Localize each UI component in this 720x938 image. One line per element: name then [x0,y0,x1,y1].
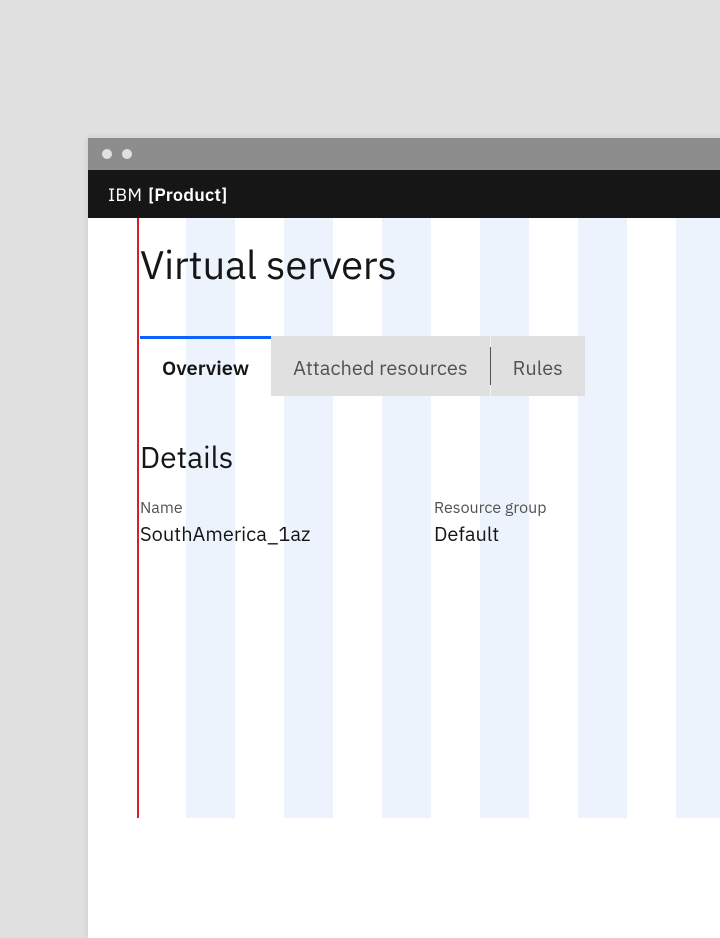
top-nav: IBM [Product] [88,170,720,218]
detail-rg-value: Default [434,520,547,547]
brand-product: [Product] [148,183,227,206]
app-window: IBM [Product] Virtual servers Overview A… [88,138,720,938]
brand-prefix: IBM [108,183,142,206]
detail-rg-label: Resource group [434,498,547,518]
tab-attached-resources[interactable]: Attached resources [271,336,489,396]
tab-rules[interactable]: Rules [491,336,585,396]
window-titlebar [88,138,720,170]
window-minimize-icon[interactable] [122,149,132,159]
page-title: Virtual servers [140,238,397,290]
detail-name: Name SouthAmerica_1az [140,498,310,547]
window-close-icon[interactable] [102,149,112,159]
detail-name-label: Name [140,498,310,518]
details-section-title: Details [140,438,233,477]
detail-resource-group: Resource group Default [434,498,547,547]
detail-name-value: SouthAmerica_1az [140,520,310,547]
content-area: Virtual servers Overview Attached resour… [88,218,720,818]
margin-guide [137,218,139,818]
tab-overview[interactable]: Overview [140,336,271,396]
tabs: Overview Attached resources Rules [140,336,585,396]
